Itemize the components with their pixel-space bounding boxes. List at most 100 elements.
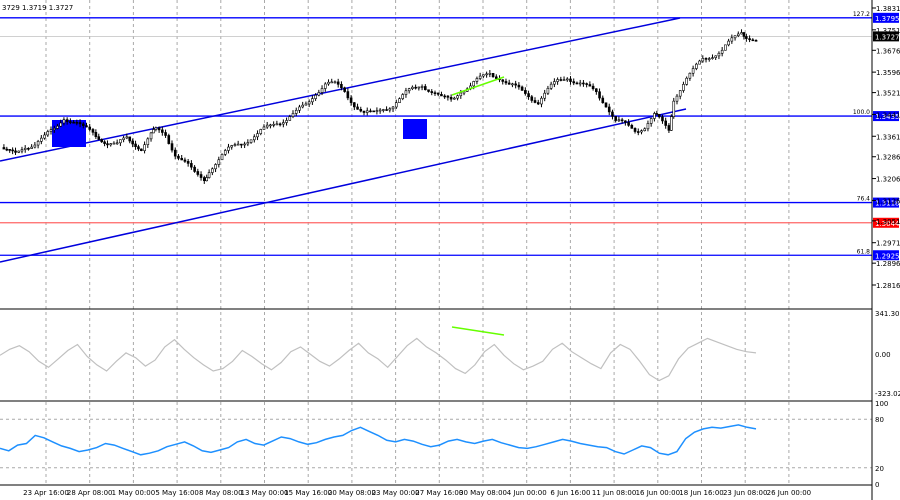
candle-body [177, 155, 180, 159]
candle-body [359, 108, 363, 112]
time-tick-label: 6 Jun 16:00 [550, 489, 590, 497]
candle-body [556, 79, 559, 82]
candle-body [740, 32, 743, 35]
candle-body [207, 172, 211, 178]
candle-body [378, 109, 382, 112]
price-tick-label: 1.3126 [876, 197, 900, 205]
candle-body [485, 73, 488, 76]
candle-body [103, 141, 106, 144]
candle-body [698, 60, 701, 65]
time-tick-label: 28 Apr 08:00 [67, 489, 113, 497]
candle-body [578, 82, 582, 85]
candle-body [125, 136, 129, 139]
candle-body [745, 36, 748, 39]
candle-body [664, 120, 667, 126]
price-tick-label: 1.3441 [876, 111, 900, 119]
candle-body [36, 141, 40, 146]
candle-body [173, 149, 177, 157]
candle-body [417, 86, 421, 89]
candle-body [81, 123, 85, 126]
candle-body [349, 97, 353, 103]
candle-body [748, 38, 751, 41]
rsi-tick-label: 20 [875, 465, 884, 473]
candle-body [507, 82, 511, 85]
candle-body [695, 63, 698, 69]
cci-indicator [0, 337, 757, 382]
price-tick-label: 1.3206 [876, 176, 900, 184]
candle-body [394, 102, 398, 108]
candle-body [675, 95, 679, 102]
candle-body [401, 94, 405, 99]
candle-body [62, 119, 66, 124]
highlight-boxes [52, 119, 427, 147]
candle-body [524, 90, 527, 94]
candle-body [582, 82, 585, 85]
fib-level-label: 61.8 [857, 248, 871, 255]
candle-body [109, 143, 113, 146]
candle-body [714, 55, 718, 58]
price-tick-label: 1.3521 [876, 90, 900, 98]
candle-body [504, 81, 508, 84]
candle-body [754, 40, 758, 42]
candle-body [256, 133, 259, 138]
candle-body [17, 150, 21, 153]
channel-lower-line [0, 108, 687, 263]
candle-body [265, 124, 269, 128]
price-candles [2, 29, 758, 184]
candle-body [685, 77, 688, 85]
candle-body [730, 37, 734, 42]
rsi-tick-label: 80 [875, 416, 884, 424]
time-tick-label: 23 May 00:00 [372, 489, 420, 497]
price-tick-label: 1.3676 [876, 47, 900, 55]
candle-body [707, 58, 711, 60]
candle-body [436, 92, 440, 95]
fib-level-label: 127.2 [853, 11, 870, 18]
candle-body [443, 95, 446, 98]
time-tick-label: 11 Jun 08:00 [592, 489, 636, 497]
candle-body [478, 75, 482, 79]
level-price-label: 1.2925 [875, 252, 900, 260]
candle-body [301, 104, 304, 108]
candle-body [459, 92, 463, 97]
candle-body [375, 110, 379, 112]
candle-body [372, 110, 375, 113]
candle-body [617, 119, 621, 122]
candle-body [72, 121, 75, 124]
candle-body [307, 101, 311, 105]
candle-body [661, 116, 664, 122]
candle-body [205, 177, 208, 182]
candle-body [240, 143, 243, 146]
fib-level-label: 76.4 [857, 196, 871, 203]
candle-body [115, 142, 119, 145]
candle-body [230, 145, 234, 148]
candle-body [122, 137, 125, 140]
candle-body [388, 108, 392, 111]
time-tick-label: 16 Jun 00:00 [636, 489, 680, 497]
candle-body [636, 131, 640, 133]
time-tick-label: 18 Jun 16:00 [679, 489, 723, 497]
candle-body [646, 123, 650, 130]
candle-body [75, 122, 79, 124]
candle-body [733, 35, 737, 39]
candle-body [585, 83, 588, 85]
candle-body [688, 72, 692, 79]
candle-body [540, 97, 543, 105]
candle-body [180, 157, 183, 161]
candle-body [601, 97, 605, 104]
price-axis: 1.3831 1.3751 1.3676 1.3596 1.3521 1.3441 1.33… [872, 5, 900, 290]
indicator-axis: 341.3079 0.00 -323.021 100 80 20 0 [875, 310, 900, 489]
candle-body [549, 83, 553, 89]
candle-body [430, 91, 434, 93]
candle-body [727, 40, 730, 46]
cci-tick-label: 0.00 [875, 351, 891, 359]
candle-body [704, 58, 708, 60]
candle-body [243, 143, 246, 146]
rsi-tick-label: 100 [875, 400, 888, 408]
candle-body [223, 150, 227, 155]
candle-body [559, 79, 563, 81]
candle-body [154, 127, 158, 130]
time-tick-label: 23 Jun 08:00 [723, 489, 767, 497]
candle-body [446, 95, 450, 98]
candle-body [252, 136, 256, 141]
time-tick-label: 15 May 16:00 [284, 489, 332, 497]
